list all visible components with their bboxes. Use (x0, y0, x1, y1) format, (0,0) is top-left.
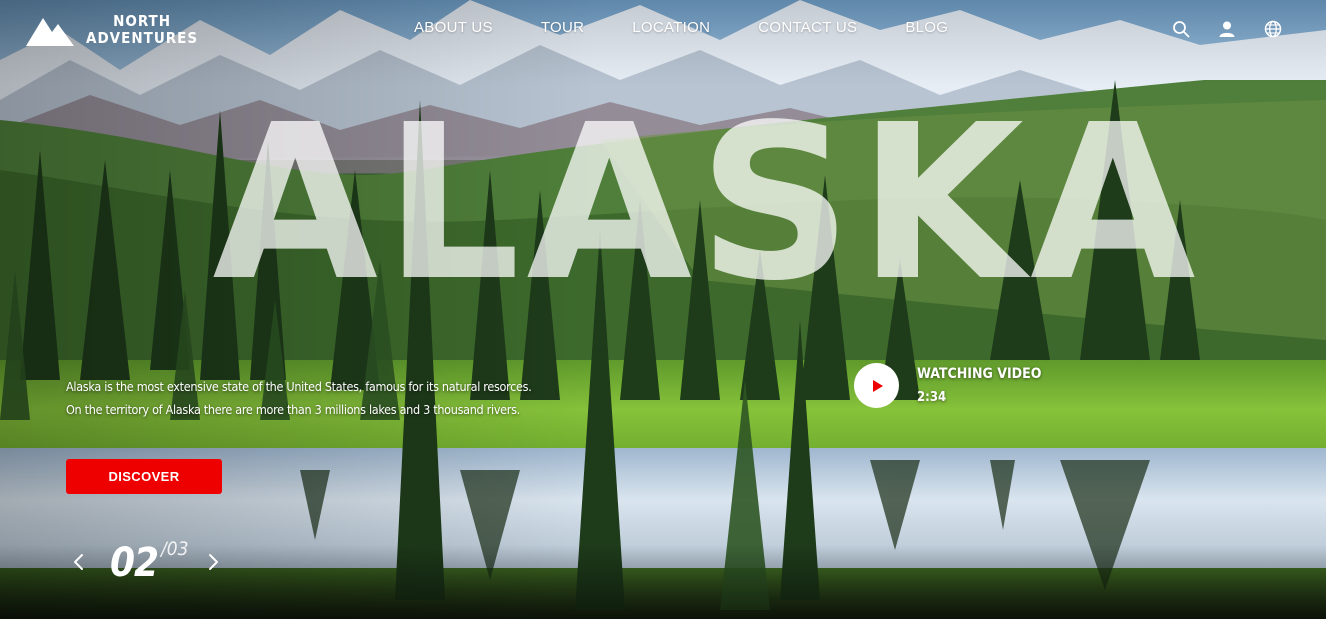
mountain-logo-icon (26, 18, 74, 46)
search-icon[interactable] (1172, 20, 1190, 38)
chevron-left-icon[interactable] (68, 552, 88, 572)
video-info: WATCHING VIDEO 2:34 (917, 366, 1041, 405)
user-icon[interactable] (1218, 20, 1236, 38)
video-label[interactable]: WATCHING VIDEO (917, 366, 1041, 382)
nav-item-contact-us[interactable]: CONTACT US (758, 19, 857, 39)
brand-line-1: NORTH (113, 12, 172, 30)
header-tools (1172, 20, 1282, 38)
brand-name: NORTH ADVENTURES (86, 13, 198, 47)
brand-logo[interactable]: NORTH ADVENTURES (26, 10, 198, 50)
main-nav: ABOUT US TOUR LOCATION CONTACT US BLOG (414, 19, 948, 39)
globe-icon[interactable] (1264, 20, 1282, 38)
nav-item-tour[interactable]: TOUR (541, 19, 584, 39)
total-slides: /03 (161, 538, 189, 560)
play-icon (872, 379, 883, 392)
video-block: WATCHING VIDEO 2:34 (854, 363, 1041, 408)
hero-description: Alaska is the most extensive state of th… (66, 379, 532, 417)
chevron-right-icon[interactable] (203, 552, 223, 572)
brand-line-2: ADVENTURES (86, 29, 199, 47)
nav-item-blog[interactable]: BLOG (905, 19, 948, 39)
current-slide-number: 02 (110, 540, 159, 586)
play-video-button[interactable] (854, 363, 899, 408)
discover-button[interactable]: DISCOVER (66, 459, 222, 494)
nav-item-about-us[interactable]: ABOUT US (414, 19, 493, 39)
hero-title: ALASKA (212, 79, 1202, 328)
nav-item-location[interactable]: LOCATION (632, 19, 710, 39)
video-duration: 2:34 (917, 390, 947, 405)
